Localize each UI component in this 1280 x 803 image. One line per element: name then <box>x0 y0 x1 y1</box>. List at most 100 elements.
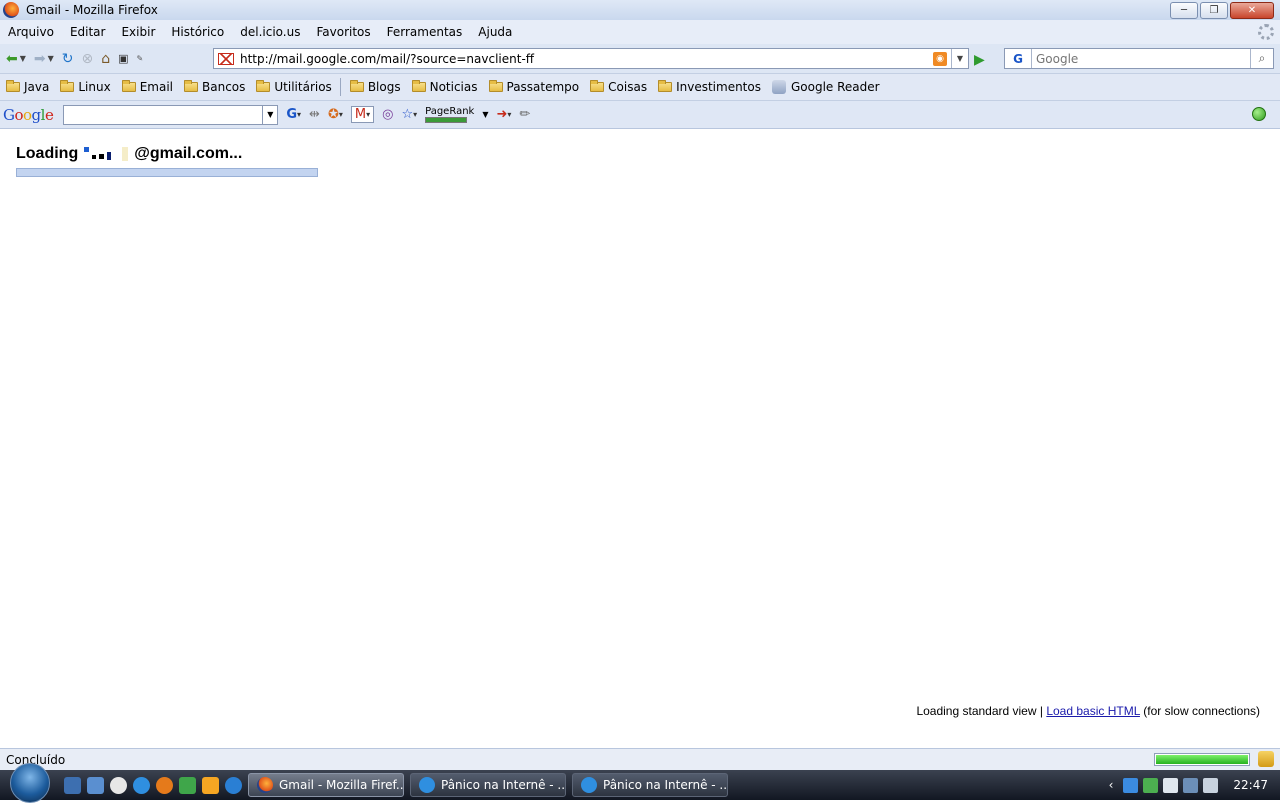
minimize-button[interactable]: ─ <box>1170 2 1198 19</box>
tray-device-icon[interactable] <box>1163 777 1179 793</box>
delicious-icon[interactable]: ▣ <box>118 48 128 70</box>
search-box[interactable]: G ⌕ <box>1004 48 1274 69</box>
forward-icon[interactable]: ➡ <box>34 48 46 70</box>
status-dot-icon[interactable] <box>1252 107 1266 121</box>
volume-icon[interactable] <box>1203 777 1219 793</box>
tag-icon[interactable]: ✎ <box>137 48 144 70</box>
star-icon[interactable]: ☆ ▾ <box>401 107 417 122</box>
bookmark-linux[interactable]: Linux <box>54 80 115 94</box>
bookmark-google-reader[interactable]: Google Reader <box>766 80 885 94</box>
firefox-icon <box>3 2 19 18</box>
google-toolbar-input[interactable] <box>64 105 263 124</box>
pagerank-bar <box>425 116 468 123</box>
loading-progress-bar <box>16 168 318 177</box>
bookmark-blogs[interactable]: Blogs <box>344 80 406 94</box>
reload-icon[interactable]: ↻ <box>62 48 74 70</box>
folder-icon <box>590 80 605 92</box>
redacted-username <box>84 146 129 161</box>
tray-app-icon[interactable] <box>1123 777 1139 793</box>
search-input[interactable] <box>1032 50 1250 67</box>
task-panico-2[interactable]: Pânico na Internê - ... <box>572 773 728 797</box>
forward-dropdown-icon[interactable]: ▼ <box>48 48 54 70</box>
windows-taskbar: Gmail - Mozilla Firef... Pânico na Inter… <box>0 763 1280 803</box>
tray-messenger-icon[interactable] <box>1143 777 1159 793</box>
maximize-button[interactable]: ❐ <box>1200 2 1228 19</box>
switch-windows-icon[interactable] <box>87 776 104 794</box>
highlighter-icon[interactable]: ✏ <box>519 107 530 122</box>
clock[interactable]: 22:47 <box>1233 778 1268 792</box>
media-player-icon[interactable] <box>202 776 219 794</box>
quick-launch <box>64 776 242 794</box>
task-gmail-firefox[interactable]: Gmail - Mozilla Firef... <box>248 773 404 797</box>
menu-ferramentas[interactable]: Ferramentas <box>379 25 471 39</box>
bookmark-coisas[interactable]: Coisas <box>584 80 652 94</box>
msn-icon[interactable] <box>179 776 196 794</box>
title-bar: Gmail - Mozilla Firefox ─ ❐ ✕ <box>0 0 1280 20</box>
bookmark-utilitarios[interactable]: Utilitários <box>250 80 336 94</box>
show-desktop-icon[interactable] <box>64 776 81 794</box>
network-icon[interactable] <box>1183 777 1199 793</box>
back-icon[interactable]: ⬅ <box>6 48 18 70</box>
menu-historico[interactable]: Histórico <box>163 25 232 39</box>
google-toolbar-dropdown-icon[interactable]: ▼ <box>262 105 277 124</box>
bookmark-passatempo[interactable]: Passatempo <box>483 80 585 94</box>
page-content: Loading @gmail.com... Loading standard v… <box>0 130 1280 748</box>
internet-explorer-icon <box>581 777 597 793</box>
rss-feed-icon[interactable]: ◉ <box>933 51 947 66</box>
menu-exibir[interactable]: Exibir <box>113 25 163 39</box>
task-panico-1[interactable]: Pânico na Internê - ... <box>410 773 566 797</box>
start-button[interactable] <box>10 763 50 803</box>
menu-bar: Arquivo Editar Exibir Histórico del.icio… <box>0 20 1280 44</box>
bookmark-separator <box>339 78 341 96</box>
loading-progress-fill <box>17 169 317 176</box>
bookmark-noticias[interactable]: Noticias <box>406 80 483 94</box>
gmail-favicon-icon <box>218 52 234 65</box>
search-icon[interactable]: ⌕ <box>1250 49 1273 68</box>
go-icon[interactable]: ▶ <box>974 52 985 68</box>
messenger-icon[interactable] <box>110 776 127 794</box>
gmail-icon[interactable]: M ▾ <box>350 106 375 123</box>
google-reader-icon <box>771 80 786 94</box>
bookmark-bancos[interactable]: Bancos <box>178 80 250 94</box>
close-button[interactable]: ✕ <box>1230 2 1274 19</box>
url-text[interactable]: http://mail.google.com/mail/?source=navc… <box>240 52 933 66</box>
menu-editar[interactable]: Editar <box>62 25 114 39</box>
window-title: Gmail - Mozilla Firefox <box>26 3 158 17</box>
menu-favoritos[interactable]: Favoritos <box>308 25 378 39</box>
firefox-quicklaunch-icon[interactable] <box>156 776 173 794</box>
back-dropdown-icon[interactable]: ▼ <box>20 48 26 70</box>
folder-icon <box>349 80 364 92</box>
load-basic-html-link[interactable]: Load basic HTML <box>1046 704 1140 718</box>
folder-icon <box>658 80 673 92</box>
spellcheck-icon[interactable]: ◎ <box>382 107 393 122</box>
google-toolbar-search[interactable]: ▼ <box>63 104 279 125</box>
send-to-icon[interactable]: ➜ ▾ <box>496 107 511 122</box>
google-engine-icon[interactable]: G <box>1005 49 1032 68</box>
search-quicklaunch-icon[interactable] <box>225 776 242 794</box>
pagerank-dropdown-icon[interactable]: ▼ <box>482 110 488 119</box>
address-bar[interactable]: http://mail.google.com/mail/?source=navc… <box>213 48 969 69</box>
resize-handle-icon[interactable]: ⇹ <box>309 107 320 122</box>
menu-arquivo[interactable]: Arquivo <box>0 25 62 39</box>
bookmarks-star-icon[interactable]: ✪ ▾ <box>328 107 343 122</box>
folder-icon <box>256 80 271 92</box>
url-dropdown-icon[interactable]: ▼ <box>951 49 968 68</box>
pagerank-meter[interactable]: PageRank <box>425 106 474 123</box>
bookmark-email[interactable]: Email <box>116 80 178 94</box>
home-icon[interactable]: ⌂ <box>101 48 110 70</box>
status-progress-meter <box>1154 753 1250 766</box>
menu-ajuda[interactable]: Ajuda <box>470 25 520 39</box>
google-toolbar: Google ▼ G ▾ ⇹ ✪ ▾ M ▾ ◎ ☆ ▾ PageRank ▼ ➜ ▾ ✏ <box>0 101 1280 129</box>
google-logo[interactable]: Google <box>3 106 54 124</box>
tray-expand-icon[interactable]: ‹ <box>1109 778 1114 792</box>
bookmark-investimentos[interactable]: Investimentos <box>652 80 766 94</box>
folder-icon <box>411 80 426 92</box>
addon-status-icon[interactable] <box>1258 751 1274 767</box>
throbber-icon <box>1258 24 1274 40</box>
menu-delicious[interactable]: del.icio.us <box>232 25 308 39</box>
bookmark-java[interactable]: Java <box>0 80 54 94</box>
internet-explorer-icon[interactable] <box>133 776 150 794</box>
firefox-icon <box>257 777 273 793</box>
stop-icon[interactable]: ⊗ <box>82 48 94 70</box>
google-search-button-icon[interactable]: G ▾ <box>286 107 301 122</box>
